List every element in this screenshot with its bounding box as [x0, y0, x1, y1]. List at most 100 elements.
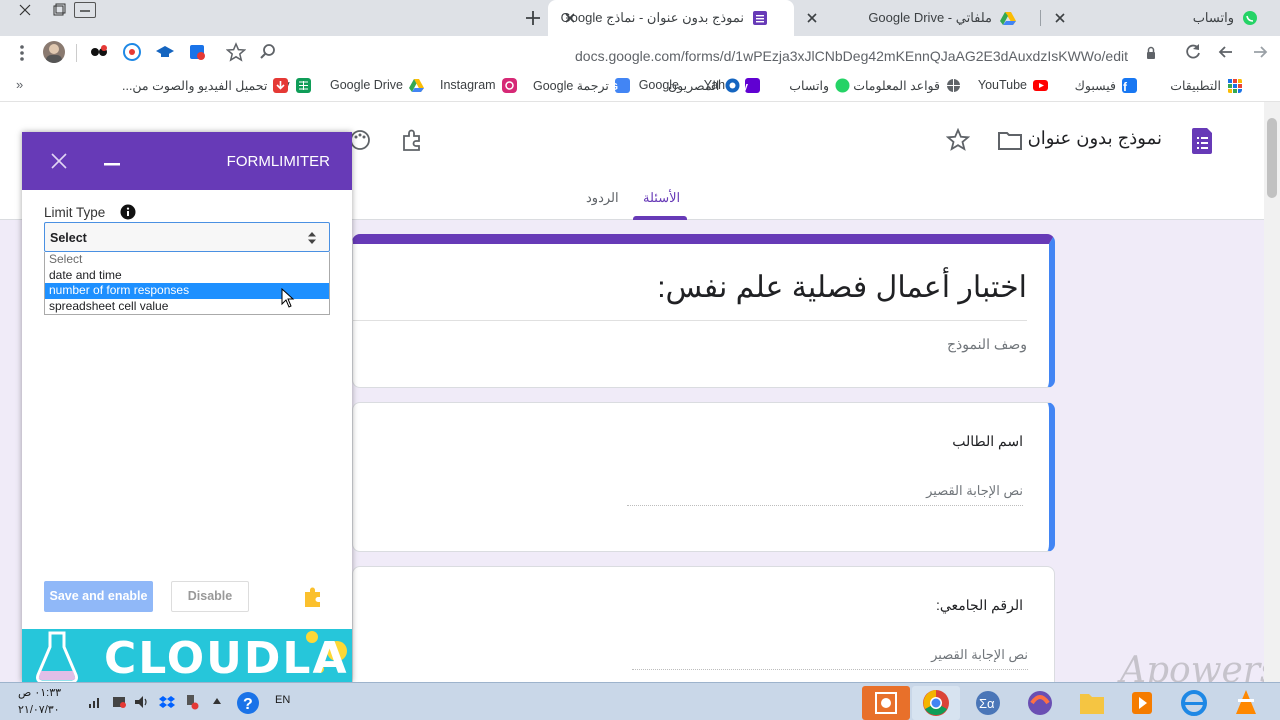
- save-and-enable-button[interactable]: Save and enable: [44, 581, 153, 612]
- cloudlab-banner[interactable]: CLOUDLAB: [22, 629, 352, 682]
- question-card[interactable]: الرقم الجامعي: نص الإجابة القصير: [352, 566, 1055, 682]
- tab-whatsapp[interactable]: واتساب: [1044, 0, 1280, 36]
- taskbar-app-ie[interactable]: [1170, 686, 1218, 720]
- star-icon[interactable]: [946, 128, 970, 152]
- panel-header: FORMLIMITER: [22, 132, 352, 190]
- taskbar-app-swirl[interactable]: [1016, 686, 1064, 720]
- google-drive-icon: [1000, 12, 1016, 25]
- svg-text:G: G: [615, 82, 618, 93]
- svg-text:?: ?: [243, 696, 253, 713]
- extension-glasses-icon[interactable]: [89, 42, 109, 62]
- taskbar-app-recorder[interactable]: [862, 686, 910, 720]
- profile-avatar[interactable]: [43, 41, 65, 63]
- clock-date[interactable]: ٢١/٠٧/٣٠: [18, 703, 60, 716]
- taskbar-app-vlc[interactable]: [1222, 686, 1270, 720]
- folder-icon[interactable]: [998, 130, 1022, 150]
- close-icon[interactable]: [1052, 10, 1068, 26]
- select-value: Select: [50, 231, 87, 245]
- bookmark-whatsapp[interactable]: واتساب: [789, 76, 850, 94]
- bookmark-facebook[interactable]: f فيسبوك: [1075, 76, 1137, 94]
- minimize-icon[interactable]: [104, 162, 122, 166]
- bookmark-elmasryoon[interactable]: المصريون: [668, 76, 740, 94]
- close-icon[interactable]: [562, 10, 578, 26]
- spreadsheet-icon: [295, 77, 311, 93]
- limit-type-label: Limit Type: [44, 205, 106, 220]
- back-icon[interactable]: [1250, 42, 1270, 62]
- help-icon[interactable]: ?: [236, 691, 260, 715]
- bookmark-google-translate[interactable]: G ترجمة Google: [533, 76, 630, 94]
- short-answer-placeholder: نص الإجابة القصير: [627, 483, 1023, 506]
- question-title[interactable]: الرقم الجامعي:: [936, 597, 1023, 614]
- forward-icon[interactable]: [1216, 42, 1236, 62]
- show-hidden-icons-arrow[interactable]: [212, 697, 222, 705]
- tab-title: ملفاتي - Google Drive: [868, 10, 992, 25]
- flask-icon: [36, 631, 78, 682]
- formlimiter-panel: FORMLIMITER Limit Type Select Select dat…: [22, 132, 352, 682]
- bookmark-instagram[interactable]: Instagram: [440, 76, 517, 94]
- reload-icon[interactable]: [1183, 42, 1203, 62]
- bookmark-info-bases[interactable]: قواعد المعلومات: [853, 76, 961, 94]
- extension-sync-icon[interactable]: [122, 42, 142, 62]
- window-close-button[interactable]: [14, 2, 36, 18]
- close-icon[interactable]: [50, 152, 68, 170]
- page-scrollbar[interactable]: [1264, 102, 1280, 682]
- info-icon[interactable]: [120, 204, 136, 220]
- network-icon[interactable]: [88, 695, 102, 709]
- volume-icon[interactable]: [134, 695, 150, 709]
- dropbox-icon[interactable]: [159, 695, 175, 709]
- select-arrows-icon: [307, 231, 317, 245]
- puzzle-icon[interactable]: [303, 586, 325, 608]
- extension-graduation-icon[interactable]: [155, 42, 175, 62]
- close-icon[interactable]: [804, 10, 820, 26]
- tab-responses[interactable]: الردود: [586, 190, 619, 206]
- taskbar-app-media[interactable]: [1118, 686, 1166, 720]
- taskbar-app-math[interactable]: Σα: [964, 686, 1012, 720]
- short-answer-placeholder: نص الإجابة القصير: [632, 647, 1028, 670]
- form-title-card[interactable]: اختبار أعمال فصلية علم نفس: وصف النموذج: [347, 234, 1055, 388]
- form-description[interactable]: وصف النموذج: [947, 336, 1027, 353]
- bookmark-video-download[interactable]: تحميل الفيديو والصوت من...: [122, 76, 289, 94]
- disable-button[interactable]: Disable: [171, 581, 249, 612]
- safely-remove-icon[interactable]: [183, 694, 199, 710]
- bookmark-apps[interactable]: التطبيقات: [1170, 76, 1242, 94]
- globe-icon: [947, 78, 960, 92]
- apps-grid-icon: [1228, 78, 1242, 93]
- google-drive-icon: [408, 78, 424, 92]
- tab-questions[interactable]: الأسئلة: [643, 190, 680, 206]
- language-indicator[interactable]: EN: [275, 694, 290, 706]
- address-bar[interactable]: docs.google.com/forms/d/1wPEzja3xJlCNbDe…: [330, 39, 1170, 67]
- window-restore-button[interactable]: [48, 2, 70, 18]
- form-title[interactable]: اختبار أعمال فصلية علم نفس:: [657, 270, 1027, 305]
- window-minimize-button[interactable]: [74, 2, 96, 18]
- bookmark-youtube[interactable]: YouTube: [978, 76, 1048, 94]
- addons-icon[interactable]: [400, 128, 424, 152]
- select-option[interactable]: Select: [45, 252, 329, 268]
- menu-icon[interactable]: [16, 44, 28, 62]
- taskbar-app-chrome[interactable]: [912, 686, 960, 720]
- notification-icon[interactable]: [112, 695, 126, 709]
- windows-taskbar: ٠١:٣٣ ص ٢١/٠٧/٣٠ ? EN Σα: [0, 682, 1280, 720]
- extension-formlimiter-icon[interactable]: [187, 42, 207, 62]
- google-forms-icon: [753, 11, 767, 25]
- select-option[interactable]: date and time: [45, 268, 329, 284]
- tab-google-drive[interactable]: ملفاتي - Google Drive: [796, 0, 1042, 36]
- new-tab-button[interactable]: [523, 8, 543, 28]
- panel-title: FORMLIMITER: [226, 153, 330, 170]
- document-title[interactable]: نموذج بدون عنوان: [1028, 128, 1162, 149]
- scroll-thumb[interactable]: [1267, 118, 1277, 198]
- bookmark-google-drive[interactable]: Google Drive: [330, 76, 424, 94]
- more-bookmarks-icon[interactable]: »: [16, 77, 23, 92]
- question-card[interactable]: اسم الطالب نص الإجابة القصير: [352, 402, 1055, 552]
- lock-icon: [1144, 46, 1158, 60]
- zoom-icon[interactable]: [258, 42, 278, 62]
- clock-time[interactable]: ٠١:٣٣ ص: [18, 686, 61, 699]
- whatsapp-icon: [1243, 11, 1257, 25]
- question-title[interactable]: اسم الطالب: [952, 433, 1023, 450]
- limit-type-select[interactable]: Select: [44, 222, 330, 252]
- bookmark-star-icon[interactable]: [226, 42, 246, 62]
- taskbar-app-folder[interactable]: [1068, 686, 1116, 720]
- youtube-icon: [1033, 79, 1048, 91]
- banner-text: CLOUDLAB: [104, 633, 352, 682]
- tab-google-forms[interactable]: نموذج بدون عنوان - نماذج Google: [548, 0, 794, 36]
- url-text: docs.google.com/forms/d/1wPEzja3xJlCNbDe…: [575, 48, 1128, 64]
